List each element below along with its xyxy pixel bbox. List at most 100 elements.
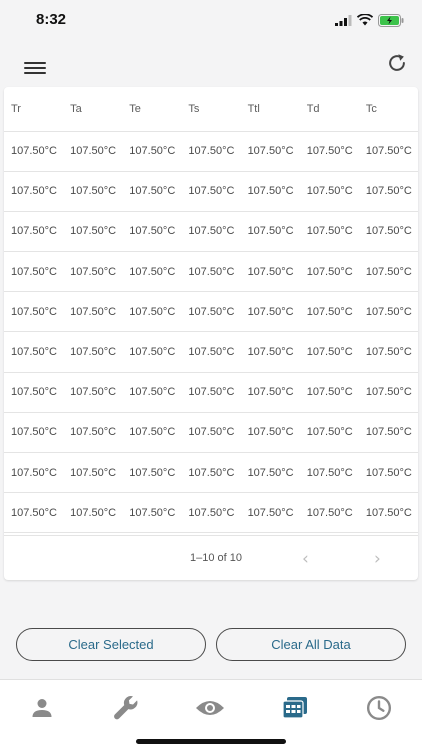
column-header[interactable]: Te — [122, 87, 182, 132]
page-range-label: 1–10 of 10 — [190, 552, 242, 564]
tab-history[interactable] — [359, 688, 399, 728]
table-cell: 107.50°C — [181, 412, 241, 454]
home-indicator — [136, 739, 286, 744]
table-cell: 107.50°C — [181, 171, 241, 212]
table-cell: 107.50°C — [240, 291, 300, 333]
table-cell: 107.50°C — [358, 171, 418, 212]
table-cell: 107.50°C — [240, 331, 300, 373]
column-header[interactable]: Tr — [4, 87, 64, 132]
wrench-icon — [114, 696, 138, 720]
refresh-icon[interactable] — [386, 52, 408, 74]
table-cell: 107.50°C — [299, 251, 359, 293]
signal-icon — [335, 14, 352, 26]
table-cell: 107.50°C — [4, 372, 64, 413]
table-cell: 107.50°C — [358, 131, 418, 172]
eye-icon — [196, 701, 224, 715]
tab-profile[interactable] — [22, 688, 62, 728]
table-cell: 107.50°C — [63, 412, 123, 454]
menu-icon[interactable] — [24, 62, 46, 78]
table-cell: 107.50°C — [63, 492, 123, 534]
table-row[interactable]: 107.50°C 107.50°C 107.50°C 107.50°C 107.50°C… — [4, 412, 418, 454]
table-cell: 107.50°C — [299, 211, 359, 253]
column-header[interactable]: Ta — [63, 87, 123, 132]
table-row[interactable]: 107.50°C 107.50°C 107.50°C 107.50°C 107.50°C… — [4, 492, 418, 534]
app-header — [0, 40, 422, 84]
chevron-left-icon[interactable]: ‹ — [302, 549, 309, 569]
table-row[interactable]: 107.50°C 107.50°C 107.50°C 107.50°C 107.50°C… — [4, 452, 418, 494]
table-cell: 107.50°C — [358, 251, 418, 293]
table-cell: 107.50°C — [4, 171, 64, 212]
chevron-right-icon[interactable]: › — [374, 549, 381, 569]
table-row[interactable]: 107.50°C 107.50°C 107.50°C 107.50°C 107.50°C… — [4, 131, 418, 172]
data-table: Tr Ta Te Ts Ttl Td Tc 107.50°C 107.50°C 107.50°C… — [4, 87, 418, 534]
clear-selected-button[interactable]: Clear Selected — [16, 628, 206, 661]
table-cell: 107.50°C — [181, 372, 241, 413]
column-header[interactable]: Ts — [181, 87, 241, 132]
table-cell: 107.50°C — [4, 492, 64, 534]
clock-icon — [366, 695, 392, 721]
table-cell: 107.50°C — [63, 331, 123, 373]
table-cell: 107.50°C — [122, 251, 182, 293]
table-cell: 107.50°C — [240, 372, 300, 413]
table-cell: 107.50°C — [358, 331, 418, 373]
table-cell: 107.50°C — [122, 291, 182, 333]
table-cell: 107.50°C — [4, 291, 64, 333]
tab-tools[interactable] — [106, 688, 146, 728]
column-header[interactable]: Td — [299, 87, 359, 132]
data-table-card: Tr Ta Te Ts Ttl Td Tc 107.50°C 107.50°C 107.50°C… — [4, 87, 418, 580]
table-cell: 107.50°C — [299, 291, 359, 333]
table-cell: 107.50°C — [122, 372, 182, 413]
table-row[interactable]: 107.50°C 107.50°C 107.50°C 107.50°C 107.50°C… — [4, 171, 418, 212]
table-row[interactable]: 107.50°C 107.50°C 107.50°C 107.50°C 107.50°C… — [4, 211, 418, 253]
table-cell: 107.50°C — [181, 492, 241, 534]
table-header-row: Tr Ta Te Ts Ttl Td Tc — [4, 87, 418, 132]
battery-charging-icon — [378, 13, 404, 27]
table-cell: 107.50°C — [63, 131, 123, 172]
table-row[interactable]: 107.50°C 107.50°C 107.50°C 107.50°C 107.50°C… — [4, 331, 418, 373]
table-cell: 107.50°C — [240, 171, 300, 212]
status-icons — [335, 13, 404, 27]
table-cell: 107.50°C — [358, 211, 418, 253]
table-cell: 107.50°C — [122, 452, 182, 494]
table-cell: 107.50°C — [122, 131, 182, 172]
table-row[interactable]: 107.50°C 107.50°C 107.50°C 107.50°C 107.50°C… — [4, 251, 418, 293]
clear-all-data-button[interactable]: Clear All Data — [216, 628, 406, 661]
table-cell: 107.50°C — [4, 412, 64, 454]
person-icon — [32, 699, 52, 717]
table-cell: 107.50°C — [240, 492, 300, 534]
table-cell: 107.50°C — [299, 412, 359, 454]
table-cell: 107.50°C — [122, 171, 182, 212]
table-cell: 107.50°C — [240, 131, 300, 172]
table-row[interactable]: 107.50°C 107.50°C 107.50°C 107.50°C 107.50°C… — [4, 372, 418, 413]
table-cell: 107.50°C — [63, 452, 123, 494]
table-cell: 107.50°C — [181, 211, 241, 253]
table-cell: 107.50°C — [4, 331, 64, 373]
table-cell: 107.50°C — [4, 452, 64, 494]
table-cell: 107.50°C — [63, 372, 123, 413]
pagination: 1–10 of 10 ‹ › — [4, 535, 418, 580]
data-table-icon — [282, 697, 307, 719]
table-cell: 107.50°C — [63, 211, 123, 253]
table-cell: 107.50°C — [240, 211, 300, 253]
table-cell: 107.50°C — [299, 452, 359, 494]
table-cell: 107.50°C — [122, 412, 182, 454]
table-cell: 107.50°C — [4, 251, 64, 293]
table-cell: 107.50°C — [358, 452, 418, 494]
table-cell: 107.50°C — [181, 291, 241, 333]
table-cell: 107.50°C — [358, 291, 418, 333]
table-cell: 107.50°C — [4, 211, 64, 253]
status-time: 8:32 — [36, 11, 67, 28]
tab-data[interactable] — [275, 688, 315, 728]
table-cell: 107.50°C — [122, 331, 182, 373]
table-cell: 107.50°C — [299, 372, 359, 413]
status-bar: 8:32 — [0, 0, 422, 40]
table-row[interactable]: 107.50°C 107.50°C 107.50°C 107.50°C 107.50°C… — [4, 291, 418, 333]
table-scroll-area[interactable]: Tr Ta Te Ts Ttl Td Tc 107.50°C 107.50°C 107.50°C… — [4, 87, 418, 534]
column-header[interactable]: Tc — [358, 87, 418, 132]
column-header[interactable]: Ttl — [240, 87, 300, 132]
wifi-icon — [357, 14, 373, 26]
table-cell: 107.50°C — [63, 171, 123, 212]
table-cell: 107.50°C — [240, 412, 300, 454]
tab-monitor[interactable] — [190, 688, 230, 728]
table-cell: 107.50°C — [4, 131, 64, 172]
